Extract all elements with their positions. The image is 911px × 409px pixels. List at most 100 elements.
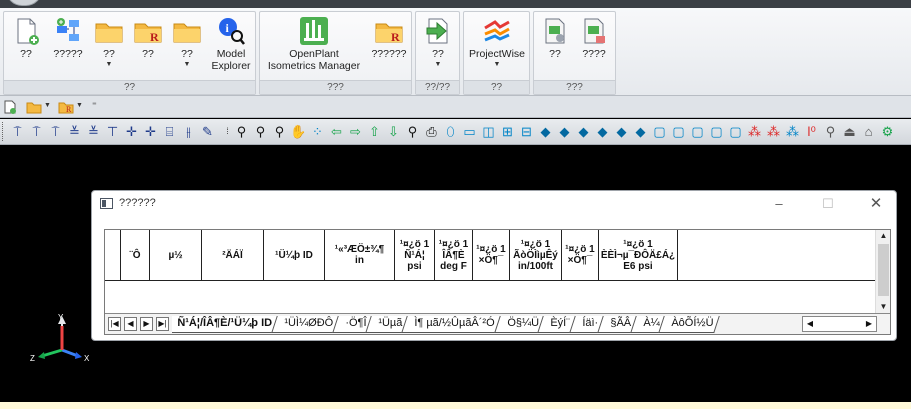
customize-quick-access-icon[interactable]: ⁼	[92, 100, 97, 111]
column-header[interactable]: ¹¤¿ö 1 ÈÈÌ¬µ¯ÐÔÄ£Á¿ E6 psi	[599, 230, 678, 280]
openplant-isometrics-manager-button[interactable]: OpenPlant Isometrics Manager	[262, 14, 366, 76]
sheet-tab[interactable]: Ì¶ µã/½ÛµãÂ´²Ó	[401, 316, 502, 333]
pan-hand-icon[interactable]: ✋	[290, 123, 307, 140]
mark-supports-icon[interactable]: ⁂	[765, 123, 782, 140]
iso-view-2-icon[interactable]: ◆	[556, 123, 573, 140]
chevron-down-icon[interactable]: ▼	[170, 60, 204, 69]
column-header[interactable]: ¹¤¿ö 1 Ñ¹Á¦ psi	[395, 230, 435, 280]
scroll-up-icon[interactable]: ▲	[876, 230, 891, 242]
mark-elements-icon[interactable]: ⁂	[784, 123, 801, 140]
chevron-down-icon[interactable]: ▼	[76, 102, 83, 109]
pencil-icon[interactable]: ✎	[199, 123, 216, 140]
column-header[interactable]: ¹«³ÆÖ±¾¶ in	[325, 230, 395, 280]
minimize-button[interactable]: –	[768, 195, 790, 213]
print-icon[interactable]: ⎙	[423, 123, 440, 140]
pipe-support-icon[interactable]: ⍑	[9, 123, 26, 140]
document-user-button[interactable]: ????	[576, 14, 612, 76]
layout-icon[interactable]: ⊟	[518, 123, 535, 140]
chevron-down-icon[interactable]: ▼	[44, 102, 51, 109]
cylinder-icon[interactable]: ⬯	[442, 123, 459, 140]
model-explorer-button[interactable]: i Model Explorer	[208, 14, 254, 76]
chevron-down-icon[interactable]: ▼	[466, 60, 528, 69]
chevron-down-icon[interactable]: ▼	[419, 60, 457, 69]
node-icon[interactable]: ✛	[123, 123, 140, 140]
recent-folder-button[interactable]: R ??	[130, 14, 166, 76]
maximize-button[interactable]: ☐	[817, 195, 839, 213]
bend-icon[interactable]: ⫲	[180, 123, 197, 140]
column-header[interactable]: ²ÄÁÏ	[202, 230, 264, 280]
guide-icon[interactable]: ≚	[85, 123, 102, 140]
first-tab-button[interactable]: |◀	[108, 317, 121, 331]
column-header[interactable]: ¹¤¿ö 1 ×Ö¶¯	[562, 230, 599, 280]
zoom-window-icon[interactable]: ⚲	[271, 123, 288, 140]
four-view-icon[interactable]: ⊞	[499, 123, 516, 140]
previous-tab-button[interactable]: ◀	[124, 317, 137, 331]
horizontal-scrollbar[interactable]: ◀ ▶	[802, 316, 877, 332]
bottom-view-icon[interactable]: ▢	[708, 123, 725, 140]
sheet-tab[interactable]: Ñ¹Á¦/ÎÂ¶È/¹Ü¼þ ID	[172, 316, 279, 333]
column-header[interactable]: ¹Ü¼þ ID	[264, 230, 325, 280]
sheet-tab[interactable]: ÀôÕÍ½Ü	[658, 316, 721, 333]
folder-dropdown-button[interactable]: ?? ▼	[170, 14, 204, 76]
close-button[interactable]: ✕	[865, 195, 887, 213]
column-header[interactable]: µ½	[150, 230, 202, 280]
row-selector-header[interactable]	[105, 230, 121, 280]
open-folder-button[interactable]: ?? ▼	[92, 14, 126, 76]
column-header[interactable]: ¹¤¿ö 1 ÎÂ¶È deg F	[435, 230, 473, 280]
single-view-icon[interactable]: ▭	[461, 123, 478, 140]
zoom-out-icon[interactable]: ⚲	[252, 123, 269, 140]
limit-stop-icon[interactable]: ⊤	[104, 123, 121, 140]
recent-folder-icon[interactable]: R	[58, 100, 74, 114]
iso-view-5-icon[interactable]: ◆	[613, 123, 630, 140]
more-tools-icon[interactable]: ⚙	[879, 123, 896, 140]
column-header[interactable]: ¨Ô	[121, 230, 150, 280]
arrow-down-icon[interactable]: ⇩	[385, 123, 402, 140]
arrow-right-icon[interactable]: ⇨	[347, 123, 364, 140]
anchor-icon[interactable]: ⍑	[28, 123, 45, 140]
zoom-icon[interactable]: ⚲	[233, 123, 250, 140]
application-menu-button[interactable]	[6, 0, 42, 6]
arrow-up-icon[interactable]: ⇧	[366, 123, 383, 140]
export-button[interactable]: ?? ▼	[419, 14, 457, 76]
scroll-down-icon[interactable]: ▼	[876, 301, 891, 313]
projectwise-button[interactable]: ProjectWise ▼	[466, 14, 528, 76]
dialog-title-bar[interactable]: ?????? – ☐ ✕	[92, 191, 896, 217]
find-icon[interactable]: ⚲	[404, 123, 421, 140]
iso-view-3-icon[interactable]: ◆	[575, 123, 592, 140]
iso-view-1-icon[interactable]: ◆	[537, 123, 554, 140]
add-network-button[interactable]: ?????	[48, 14, 88, 76]
toolbar-grip[interactable]	[2, 122, 5, 141]
chevron-down-icon[interactable]: ▼	[92, 60, 126, 69]
sheet-tab[interactable]: ¹ÜÌ¼ØÐÔ	[271, 316, 340, 333]
scroll-thumb[interactable]	[878, 244, 889, 296]
weight-icon[interactable]: ⏏	[841, 123, 858, 140]
iso-view-6-icon[interactable]: ◆	[632, 123, 649, 140]
restraint-icon[interactable]: ≚	[66, 123, 83, 140]
lock-icon[interactable]: ⌂	[860, 123, 877, 140]
select-icon[interactable]: ⁘	[309, 123, 326, 140]
side-view-icon[interactable]: ▢	[727, 123, 744, 140]
mark-nodes-icon[interactable]: ⁂	[746, 123, 763, 140]
new-file-icon[interactable]	[4, 100, 16, 114]
scroll-left-icon[interactable]: ◀	[803, 317, 817, 331]
open-folder-icon[interactable]	[26, 100, 42, 114]
recent-isometrics-button[interactable]: R ??????	[368, 14, 410, 76]
back-view-icon[interactable]: ▢	[670, 123, 687, 140]
hanger-icon[interactable]: ⍑	[47, 123, 64, 140]
column-header[interactable]: ¹¤¿ö 1 ×Ö¶¯	[473, 230, 510, 280]
column-header[interactable]: ¹¤¿ö 1 ÃòÖÌìµÊý in/100ft	[510, 230, 562, 280]
loads-icon[interactable]: ǀ⁰	[803, 123, 820, 140]
front-view-icon[interactable]: ▢	[651, 123, 668, 140]
iso-view-4-icon[interactable]: ◆	[594, 123, 611, 140]
top-view-icon[interactable]: ▢	[689, 123, 706, 140]
flange-icon[interactable]: ⌸	[161, 123, 178, 140]
arrow-left-icon[interactable]: ⇦	[328, 123, 345, 140]
search-display-icon[interactable]: ⚲	[822, 123, 839, 140]
last-tab-button[interactable]: ▶|	[156, 317, 169, 331]
new-button[interactable]: ??	[8, 14, 44, 76]
next-tab-button[interactable]: ▶	[140, 317, 153, 331]
document-settings-button[interactable]: ??	[538, 14, 572, 76]
rigid-icon[interactable]: ✛	[142, 123, 159, 140]
vertical-scrollbar[interactable]: ▲ ▼	[875, 230, 890, 313]
split-view-icon[interactable]: ◫	[480, 123, 497, 140]
